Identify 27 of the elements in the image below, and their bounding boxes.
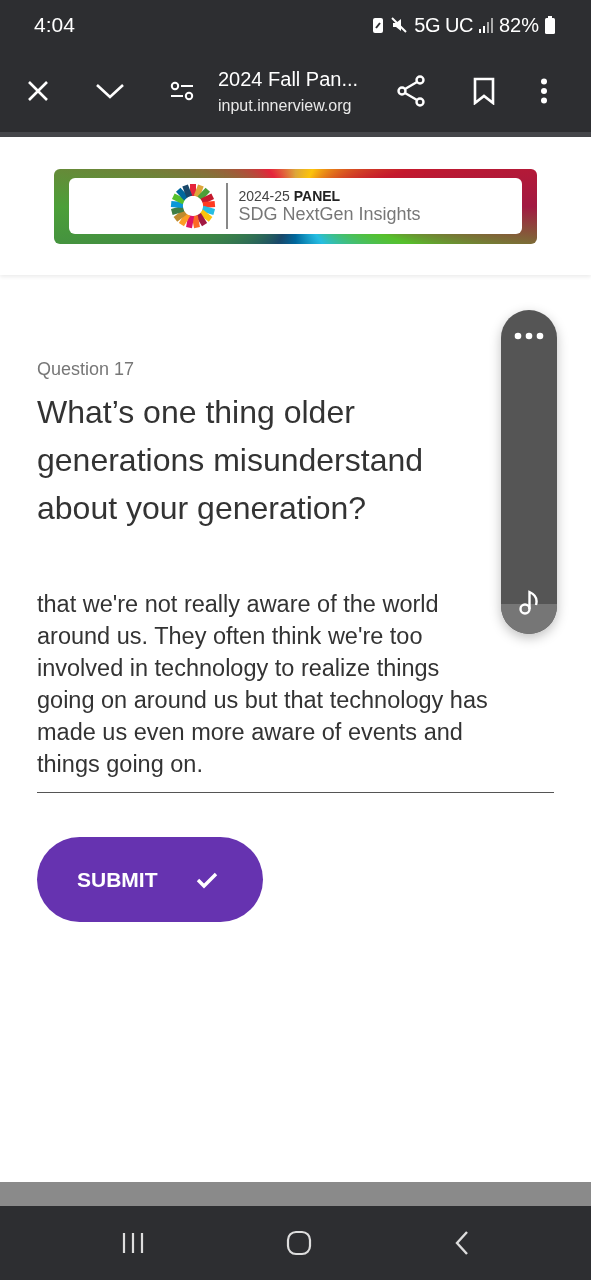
- bookmark-icon[interactable]: [473, 77, 495, 105]
- more-icon[interactable]: [514, 332, 544, 340]
- battery-saver-icon: [372, 16, 385, 34]
- back-icon[interactable]: [454, 1230, 471, 1256]
- check-icon: [195, 870, 218, 889]
- mute-icon: [390, 16, 409, 34]
- settings-icon[interactable]: [170, 81, 194, 101]
- chevron-down-icon[interactable]: [95, 82, 125, 100]
- color-wheel-icon: [170, 183, 217, 229]
- music-note-icon[interactable]: [519, 590, 539, 616]
- network-label: 5G UC: [414, 13, 473, 37]
- banner-subtitle: SDG NextGen Insights: [238, 203, 421, 225]
- question-number: Question 17: [37, 359, 136, 380]
- home-icon[interactable]: [286, 1230, 313, 1256]
- share-icon[interactable]: [396, 75, 426, 107]
- page-title: 2024 Fall Pan...: [218, 67, 360, 91]
- signal-icon: [478, 17, 493, 33]
- page-url: input.innerview.org: [218, 96, 353, 115]
- submit-button[interactable]: SUBMIT: [37, 837, 263, 922]
- question-text: What’s one thing older generations misunderstand about your generation?: [37, 393, 424, 528]
- clock-time: 4:04: [34, 13, 75, 37]
- banner-heading: 2024-25 PANEL: [238, 187, 342, 204]
- battery-percent: 82%: [498, 13, 539, 37]
- battery-icon: [545, 16, 555, 34]
- recent-apps-icon[interactable]: [120, 1232, 145, 1254]
- close-icon[interactable]: [26, 79, 50, 103]
- more-icon[interactable]: [540, 78, 548, 104]
